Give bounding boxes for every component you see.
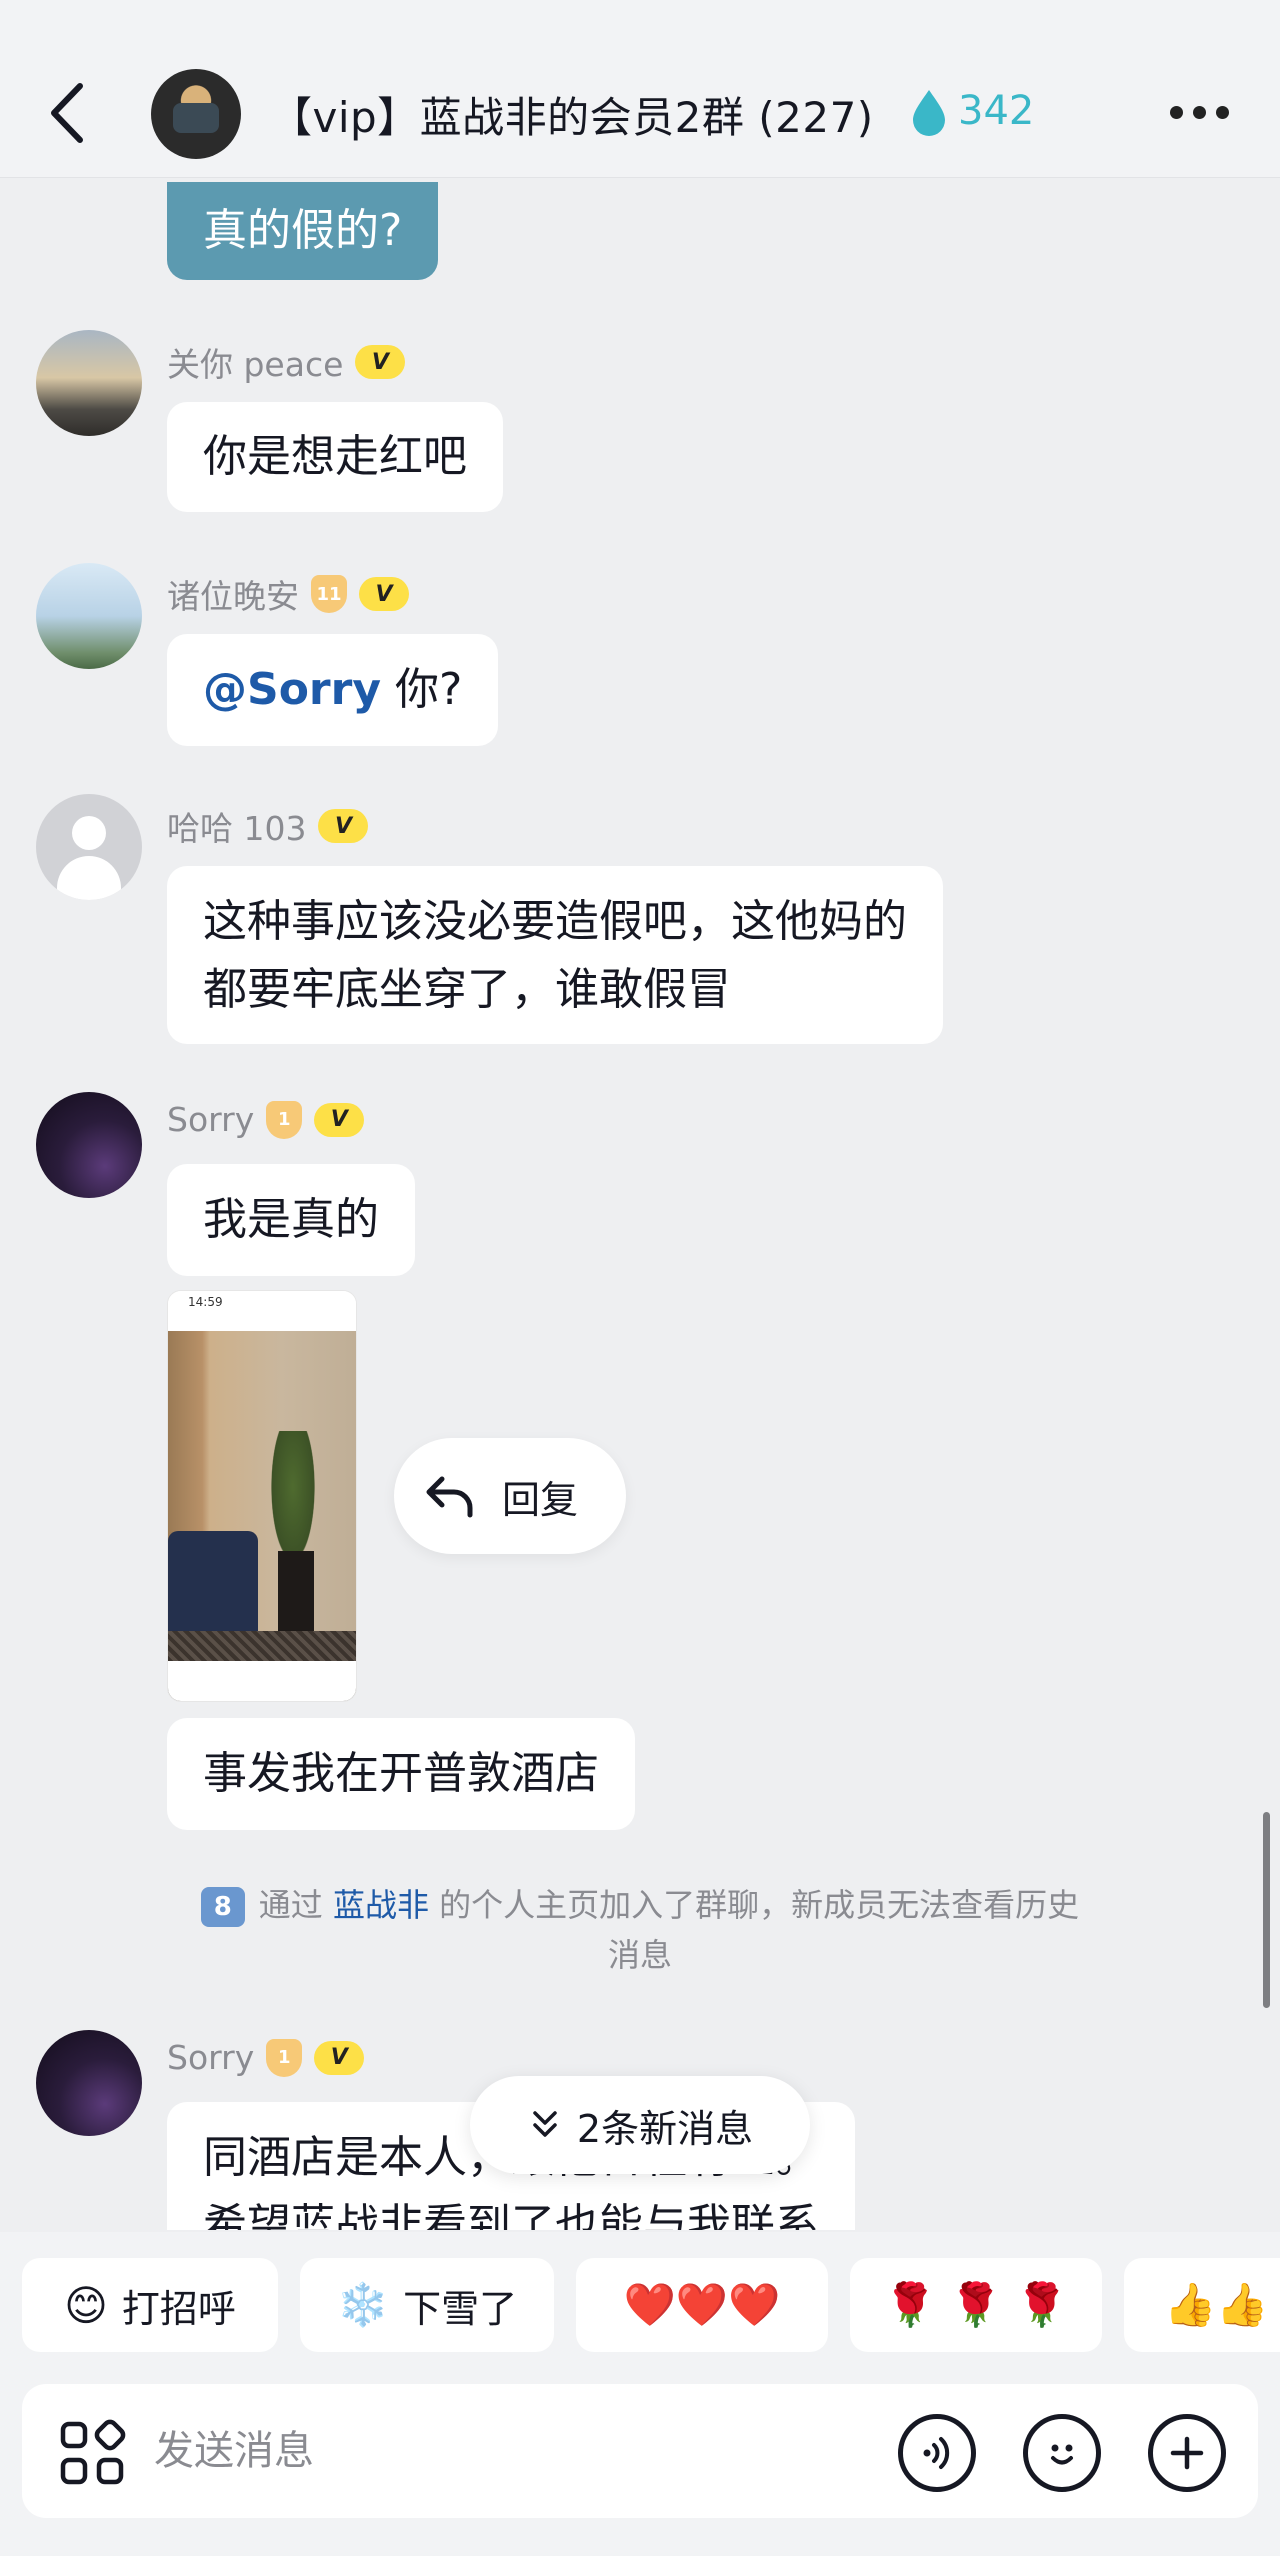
dot-icon <box>1216 106 1229 119</box>
voice-wave-icon <box>923 2437 950 2469</box>
message-text: 你? <box>381 664 463 715</box>
message-text: 事发我在开普敦酒店 <box>203 1748 599 1799</box>
avatar[interactable] <box>36 1092 142 1198</box>
level-badge: 1 <box>266 1100 303 1139</box>
sender-name: 关你 peace V <box>167 338 406 386</box>
scrollbar[interactable] <box>1263 1812 1270 2008</box>
new-messages-button[interactable]: 2条新消息 <box>470 2076 810 2174</box>
message-bubble[interactable]: @Sorry 你? <box>167 634 499 746</box>
vip-badge: V <box>355 345 406 379</box>
message-bubble-own[interactable]: 真的假的? <box>167 182 439 280</box>
sender-name: 哈哈 103 V <box>167 802 369 850</box>
image-message[interactable]: 14:59 <box>167 1290 357 1702</box>
apps-grid-icon[interactable] <box>57 2418 127 2488</box>
message-text-line: 希望蓝战非看到了也能与我联系 <box>203 2200 819 2230</box>
avatar[interactable] <box>36 794 142 900</box>
message-bubble[interactable]: 我是真的 <box>167 1164 415 1276</box>
system-notice: 8 通过 蓝战非 的个人主页加入了群聊，新成员无法查看历史 消息 <box>150 1880 1130 1980</box>
vip-badge: V <box>318 809 369 843</box>
reply-button[interactable]: 回复 <box>394 1438 626 1554</box>
chevron-left-icon <box>51 83 83 143</box>
voice-button[interactable] <box>898 2414 976 2492</box>
photo-toolbar <box>168 1661 356 1701</box>
add-button[interactable] <box>1148 2414 1226 2492</box>
quick-reply-snow[interactable]: ❄️ 下雪了 <box>300 2258 554 2352</box>
back-button[interactable] <box>40 76 100 150</box>
double-chevron-down-icon <box>533 2111 557 2137</box>
message-text-line: 这种事应该没必要造假吧，这他妈的 <box>203 896 907 947</box>
profile-link[interactable]: 蓝战非 <box>333 1886 429 1924</box>
vip-badge: V <box>359 577 409 611</box>
sender-name: Sorry 1 V <box>167 1100 365 1139</box>
reply-label: 回复 <box>502 1477 579 1522</box>
quick-reply-thumbs[interactable]: 👍👍 <box>1124 2258 1280 2352</box>
message-input-bar <box>0 2356 1280 2556</box>
quick-reply-roses[interactable]: 🌹 🌹 🌹 <box>850 2258 1102 2352</box>
chat-header: 【vip】蓝战非的会员2群 (227) 342 <box>0 0 1280 178</box>
mention-link[interactable]: @Sorry <box>203 664 381 715</box>
message-bubble[interactable]: 事发我在开普敦酒店 <box>167 1718 635 1830</box>
message-bubble[interactable]: 你是想走红吧 <box>167 402 503 512</box>
smile-emoji-icon: 😊 <box>64 2280 108 2330</box>
quick-reply-hearts[interactable]: ❤️❤️❤️ <box>576 2258 828 2352</box>
sender-name: 诸位晚安 11 V <box>167 570 409 618</box>
smiley-face-icon <box>1051 2444 1073 2465</box>
group-title[interactable]: 【vip】蓝战非的会员2群 (227) <box>270 84 874 145</box>
message-text: 你是想走红吧 <box>203 431 467 482</box>
level-badge: 11 <box>311 575 347 613</box>
photo-plant <box>268 1431 318 1571</box>
avatar-head <box>72 816 106 850</box>
avatar[interactable] <box>36 330 142 436</box>
avatar-body <box>57 856 121 900</box>
message-text: 我是真的 <box>203 1194 379 1245</box>
dot-icon <box>1170 106 1183 119</box>
member-badge: 8 <box>200 1887 245 1927</box>
thumbs-up-icon: 👍👍 <box>1164 2280 1269 2329</box>
dot-icon <box>1193 106 1206 119</box>
photo-status-time: 14:59 <box>168 1291 356 1313</box>
reply-arrow-icon <box>426 1476 473 1518</box>
message-text-line: 都要牢底坐穿了，谁敢假冒 <box>203 964 731 1015</box>
input-box <box>22 2384 1258 2518</box>
hearts-icon: ❤️❤️❤️ <box>623 2280 781 2329</box>
group-avatar[interactable] <box>151 69 241 159</box>
message-bubble[interactable]: 这种事应该没必要造假吧，这他妈的 都要牢底坐穿了，谁敢假冒 <box>167 866 943 1044</box>
plus-icon <box>1170 2436 1204 2470</box>
photo-room-scene <box>168 1331 356 1701</box>
photo-pot <box>278 1551 314 1641</box>
vip-badge: V <box>314 1102 365 1137</box>
heat-count: 342 <box>958 88 1035 134</box>
more-options-button[interactable] <box>1170 106 1230 122</box>
quick-reply-greet[interactable]: 😊 打招呼 <box>22 2258 278 2352</box>
emoji-button[interactable] <box>1023 2414 1101 2492</box>
snowflake-icon: ❄️ <box>336 2280 390 2329</box>
new-messages-label: 2条新消息 <box>576 2106 754 2151</box>
water-drop-icon <box>913 90 945 136</box>
avatar[interactable] <box>36 563 142 669</box>
roses-icon: 🌹 🌹 🌹 <box>884 2280 1068 2329</box>
message-text: 真的假的? <box>203 205 403 256</box>
quick-reply-bar: 😊 打招呼 ❄️ 下雪了 ❤️❤️❤️ 🌹 🌹 🌹 👍👍 <box>0 2232 1280 2356</box>
message-input[interactable] <box>154 2414 874 2488</box>
